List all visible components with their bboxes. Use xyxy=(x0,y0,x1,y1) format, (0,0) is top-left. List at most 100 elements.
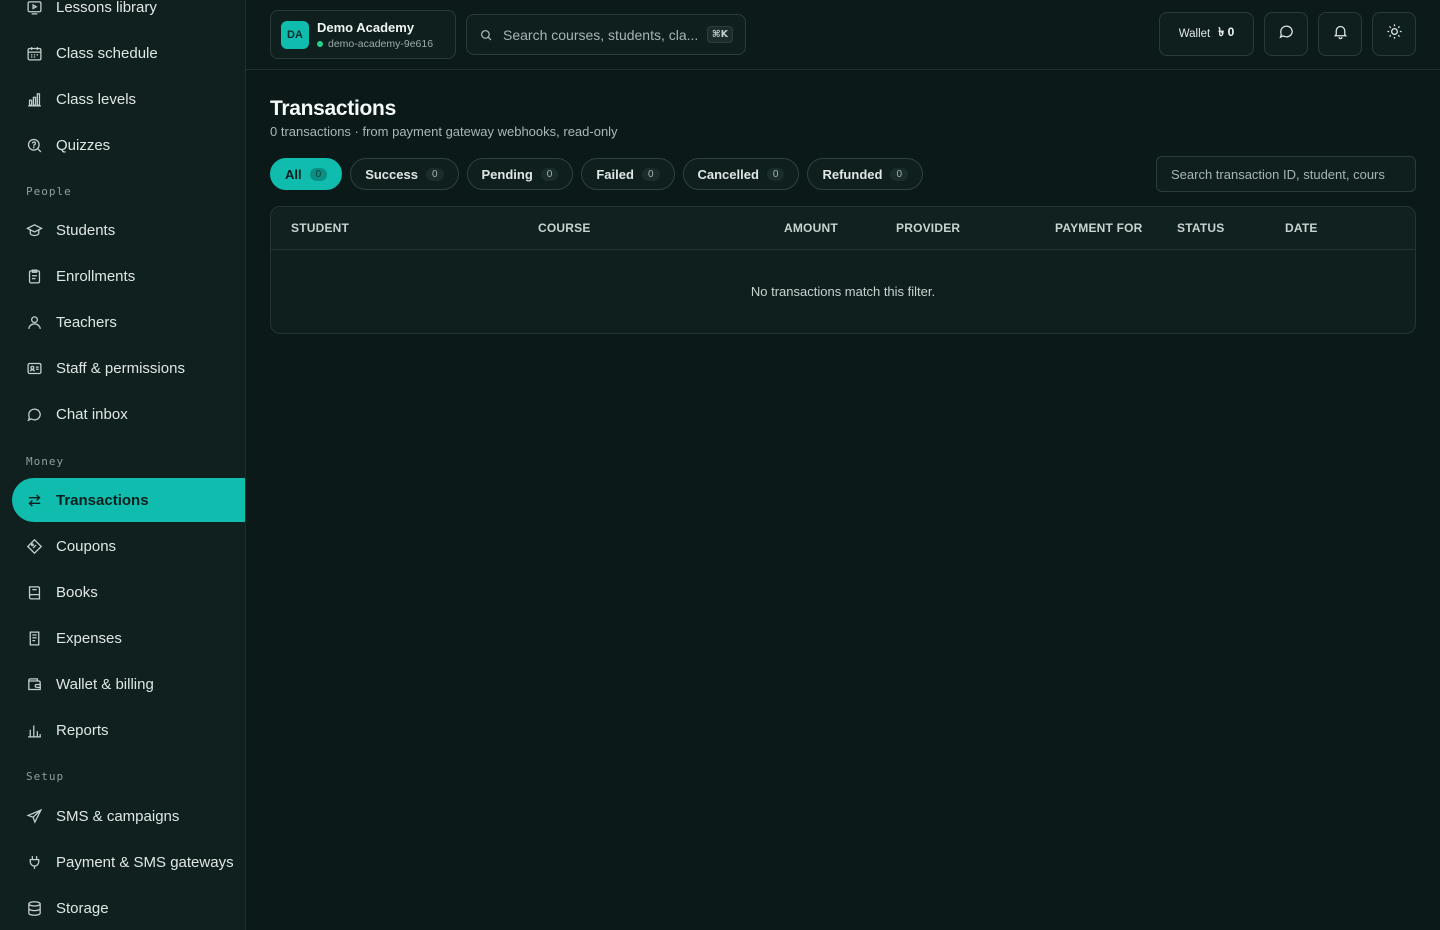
sidebar-item-payment-sms-gateways[interactable]: Payment & SMS gateways xyxy=(12,840,245,884)
sidebar-item-chat-inbox[interactable]: Chat inbox xyxy=(12,392,245,436)
org-slug-row: demo-academy-9e616 xyxy=(317,38,433,50)
sidebar-item-label: Class levels xyxy=(56,90,137,108)
sidebar-item-class-schedule[interactable]: Class schedule xyxy=(12,31,245,75)
wallet-label: Wallet xyxy=(1178,28,1211,40)
sidebar-item-label: Chat inbox xyxy=(56,405,128,423)
bell-icon xyxy=(1332,23,1349,45)
filter-label: Pending xyxy=(481,166,533,182)
wallet-currency-symbol: ৳ xyxy=(1218,25,1225,39)
book-icon xyxy=(26,584,43,601)
notifications-button[interactable] xyxy=(1318,12,1362,56)
org-name: Demo Academy xyxy=(317,19,415,35)
page-title: Transactions xyxy=(270,97,396,120)
transaction-search-input[interactable] xyxy=(1156,156,1416,192)
section-label-money: Money xyxy=(26,455,65,468)
sidebar-item-label: Class schedule xyxy=(56,44,158,62)
sidebar-item-label: Enrollments xyxy=(56,267,136,285)
sidebar-item-label: Transactions xyxy=(56,491,149,509)
section-label-setup: Setup xyxy=(26,770,65,783)
sidebar-item-label: Lessons library xyxy=(56,0,157,16)
sidebar-item-coupons[interactable]: Coupons xyxy=(12,524,245,568)
filter-label: Refunded xyxy=(822,166,883,182)
sidebar-item-label: Wallet & billing xyxy=(56,675,154,693)
sidebar-item-staff-permissions[interactable]: Staff & permissions xyxy=(12,346,245,390)
bar-chart-icon xyxy=(26,91,43,108)
sidebar-item-sms-campaigns[interactable]: SMS & campaigns xyxy=(12,794,245,838)
search-shortcut-badge: ⌘K xyxy=(706,26,733,43)
calendar-icon xyxy=(26,45,43,62)
chat-bubble-icon xyxy=(1278,23,1295,45)
filter-pending[interactable]: Pending 0 xyxy=(466,158,574,190)
sidebar-item-expenses[interactable]: Expenses xyxy=(12,616,245,660)
filter-success[interactable]: Success 0 xyxy=(350,158,459,190)
filter-refunded[interactable]: Refunded 0 xyxy=(807,158,923,190)
column-header-payment-for[interactable]: PAYMENT FOR xyxy=(1055,221,1143,235)
column-header-course[interactable]: COURSE xyxy=(538,221,591,235)
theme-toggle-button[interactable] xyxy=(1372,12,1416,56)
plug-icon xyxy=(26,854,43,871)
column-header-provider[interactable]: PROVIDER xyxy=(896,221,960,235)
org-slug: demo-academy-9e616 xyxy=(328,37,434,50)
quiz-search-icon xyxy=(26,137,43,154)
sidebar-item-label: Staff & permissions xyxy=(56,359,185,377)
filter-cancelled[interactable]: Cancelled 0 xyxy=(682,158,800,190)
filter-count: 0 xyxy=(890,167,908,181)
sidebar-item-teachers[interactable]: Teachers xyxy=(12,300,245,344)
column-header-student[interactable]: STUDENT xyxy=(291,221,349,235)
user-icon xyxy=(26,314,43,331)
sidebar-item-wallet-billing[interactable]: Wallet & billing xyxy=(12,662,245,706)
sidebar-item-books[interactable]: Books xyxy=(12,570,245,614)
filter-label: All xyxy=(285,166,302,182)
sidebar-item-label: Expenses xyxy=(56,629,122,647)
wallet-amount: 0 xyxy=(1227,25,1235,39)
sidebar-item-lessons-library[interactable]: Lessons library xyxy=(12,0,245,29)
section-label-people: People xyxy=(26,185,72,198)
database-icon xyxy=(26,900,43,917)
sidebar-item-label: Payment & SMS gateways xyxy=(56,853,234,871)
id-card-icon xyxy=(26,360,43,377)
sidebar-item-label: Students xyxy=(56,221,116,239)
sidebar: Lessons library Class schedule Class lev… xyxy=(0,0,246,930)
online-status-dot xyxy=(317,40,323,47)
sidebar-item-quizzes[interactable]: Quizzes xyxy=(12,123,245,167)
org-avatar: DA xyxy=(281,20,309,49)
sidebar-item-students[interactable]: Students xyxy=(12,208,245,252)
filter-count: 0 xyxy=(641,167,660,181)
global-search-input[interactable] xyxy=(503,26,697,43)
messages-button[interactable] xyxy=(1264,12,1308,56)
send-icon xyxy=(26,808,43,825)
column-header-date[interactable]: DATE xyxy=(1285,221,1318,235)
sidebar-item-enrollments[interactable]: Enrollments xyxy=(12,254,245,298)
sidebar-item-class-levels[interactable]: Class levels xyxy=(12,77,245,121)
filter-label: Cancelled xyxy=(697,166,759,182)
org-switcher[interactable]: DA Demo Academy demo-academy-9e616 xyxy=(270,10,456,59)
column-header-status[interactable]: STATUS xyxy=(1177,221,1224,235)
wallet-button[interactable]: Wallet ৳ 0 xyxy=(1159,12,1254,56)
transactions-table: STUDENT COURSE AMOUNT PROVIDER PAYMENT F… xyxy=(270,206,1416,334)
sidebar-item-storage[interactable]: Storage xyxy=(12,886,245,930)
sun-icon xyxy=(1386,23,1403,45)
sidebar-item-label: Books xyxy=(56,583,98,601)
chat-bubble-icon xyxy=(26,406,43,423)
search-icon xyxy=(479,28,493,42)
filter-count: 0 xyxy=(309,167,328,181)
empty-state-message: No transactions match this filter. xyxy=(750,284,936,299)
column-header-amount[interactable]: AMOUNT xyxy=(784,221,838,235)
global-search[interactable]: ⌘K xyxy=(466,14,746,55)
filter-label: Failed xyxy=(596,166,634,182)
filter-count: 0 xyxy=(425,167,444,181)
sidebar-item-label: Reports xyxy=(56,721,109,739)
graduation-cap-icon xyxy=(26,222,43,239)
filter-label: Success xyxy=(365,166,418,182)
filter-failed[interactable]: Failed 0 xyxy=(581,158,675,190)
filter-all[interactable]: All 0 xyxy=(270,158,343,190)
sidebar-item-transactions[interactable]: Transactions xyxy=(12,478,245,522)
receipt-icon xyxy=(26,630,43,647)
status-filter-tabs: All 0 Success 0 Pending 0 Failed 0 Cance… xyxy=(270,158,923,190)
top-header: DA Demo Academy demo-academy-9e616 ⌘K Wa… xyxy=(246,0,1440,70)
main-content: Transactions 0 transactions · from payme… xyxy=(246,70,1440,930)
sidebar-item-label: SMS & campaigns xyxy=(56,807,180,825)
app-root: Lessons library Class schedule Class lev… xyxy=(0,0,1440,930)
sidebar-item-label: Quizzes xyxy=(56,136,111,154)
sidebar-item-reports[interactable]: Reports xyxy=(12,708,245,752)
